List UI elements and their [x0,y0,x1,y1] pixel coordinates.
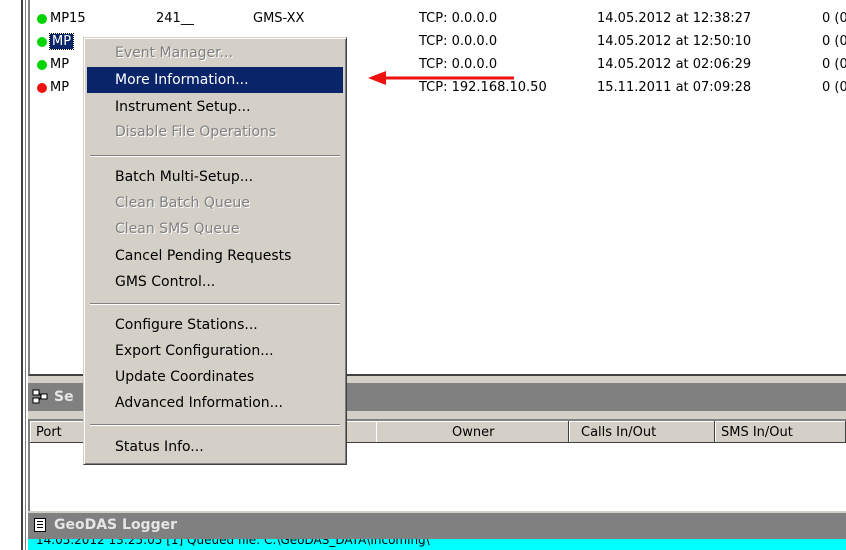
menu-item-clean-batch-queue: Clean Batch Queue [115,195,250,211]
context-menu: Event Manager... More Information... Ins… [83,37,347,465]
station-last-contact: 15.11.2011 at 07:09:28 [597,80,752,95]
menu-item-gms-control[interactable]: GMS Control... [87,269,343,295]
status-online-icon [37,14,47,24]
menu-item-clean-sms-queue: Clean SMS Queue [115,221,240,237]
station-last-contact: 14.05.2012 at 12:38:27 [597,11,752,26]
station-count: 0 (0 [822,80,846,95]
status-online-icon [37,37,47,47]
column-header-sms[interactable]: SMS In/Out [715,421,846,443]
column-header-owner[interactable]: Owner [376,421,569,443]
sessions-title: Se [54,389,74,405]
annotation-arrow-icon [368,71,514,85]
column-header-calls[interactable]: Calls In/Out [569,421,715,443]
menu-item-status-info[interactable]: Status Info... [87,434,343,460]
menu-item-more-information[interactable]: More Information... [87,67,343,93]
menu-item-disable-file-operations: Disable File Operations [115,124,277,140]
window-left-edge [0,0,28,550]
menu-item-update-coordinates[interactable]: Update Coordinates [87,364,343,390]
logger-title-bar: GeoDAS Logger [28,513,846,539]
log-icon [34,518,46,532]
menu-item-configure-stations[interactable]: Configure Stations... [87,312,343,338]
station-name: MP [50,57,70,72]
station-name: MP15 [50,11,86,26]
menu-item-batch-multi-setup[interactable]: Batch Multi-Setup... [87,164,343,190]
station-name: MP [48,33,75,50]
log-entry: 14.05.2012 13:25:05 [1] Queued file: C:\… [28,539,846,550]
column-header-port[interactable]: Port [30,421,84,443]
menu-separator [90,303,340,305]
station-connection: TCP: 0.0.0.0 [419,11,498,26]
station-count: 0 (0 [822,11,846,26]
menu-separator [90,424,340,426]
station-connection: TCP: 0.0.0.0 [419,34,498,49]
station-gms: GMS-XX [253,11,305,26]
station-count: 0 (0 [822,34,846,49]
station-number: 241__ [156,11,194,26]
station-last-contact: 14.05.2012 at 02:06:29 [597,57,752,72]
station-row[interactable]: MP15 241__ GMS-XX TCP: 0.0.0.0 14.05.201… [30,8,846,30]
status-online-icon [37,60,47,70]
menu-item-event-manager: Event Manager... [115,45,233,61]
menu-item-advanced-information[interactable]: Advanced Information... [87,390,343,416]
logger-title: GeoDAS Logger [54,517,177,533]
network-icon [32,389,48,404]
station-name: MP [50,80,70,95]
station-count: 0 (0 [822,57,846,72]
menu-item-instrument-setup[interactable]: Instrument Setup... [87,94,343,120]
status-offline-icon [37,83,47,93]
menu-item-export-configuration[interactable]: Export Configuration... [87,338,343,364]
menu-item-cancel-pending-requests[interactable]: Cancel Pending Requests [87,243,343,269]
menu-separator [90,155,340,157]
station-last-contact: 14.05.2012 at 12:50:10 [597,34,752,49]
